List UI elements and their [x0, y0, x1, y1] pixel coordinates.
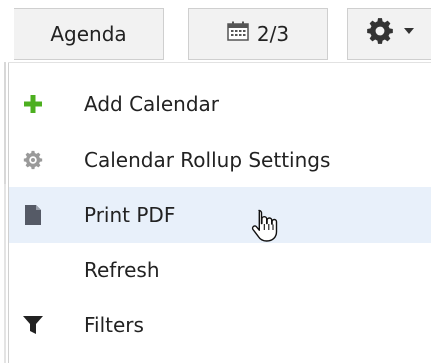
menu-border-top: [8, 62, 431, 63]
menu-item-add-calendar[interactable]: Add Calendar: [9, 76, 431, 132]
page-indicator: 2/3: [256, 22, 290, 46]
menu-item-label: Calendar Rollup Settings: [84, 148, 331, 172]
plus-icon: [21, 92, 45, 116]
gear-icon: [366, 18, 393, 44]
agenda-view-button[interactable]: Agenda: [14, 8, 164, 60]
document-icon: [21, 203, 45, 227]
menu-item-refresh[interactable]: Refresh: [9, 242, 431, 298]
screen: Agenda 2/3 Add Calendar Calendar Rollup …: [0, 0, 431, 363]
funnel-icon: [21, 313, 45, 337]
calendar-icon: [227, 21, 249, 41]
menu-item-label: Refresh: [84, 258, 160, 282]
hand-cursor-icon: [251, 209, 278, 242]
menu-item-label: Print PDF: [84, 203, 176, 227]
gear-icon: [21, 148, 45, 172]
menu-item-calendar-rollup-settings[interactable]: Calendar Rollup Settings: [9, 132, 431, 188]
toolbar: Agenda 2/3: [0, 0, 431, 62]
settings-menu-button[interactable]: [347, 8, 431, 60]
left-rail-lower: [4, 184, 6, 363]
menu-item-label: Filters: [84, 313, 144, 337]
left-rail: [4, 62, 6, 184]
chevron-down-icon: [403, 28, 414, 34]
menu-item-filters[interactable]: Filters: [9, 297, 431, 353]
menu-item-label: Add Calendar: [84, 92, 220, 116]
agenda-label: Agenda: [50, 22, 127, 46]
page-selector-button[interactable]: 2/3: [188, 8, 328, 60]
menu-item-print-pdf[interactable]: Print PDF: [9, 187, 431, 243]
